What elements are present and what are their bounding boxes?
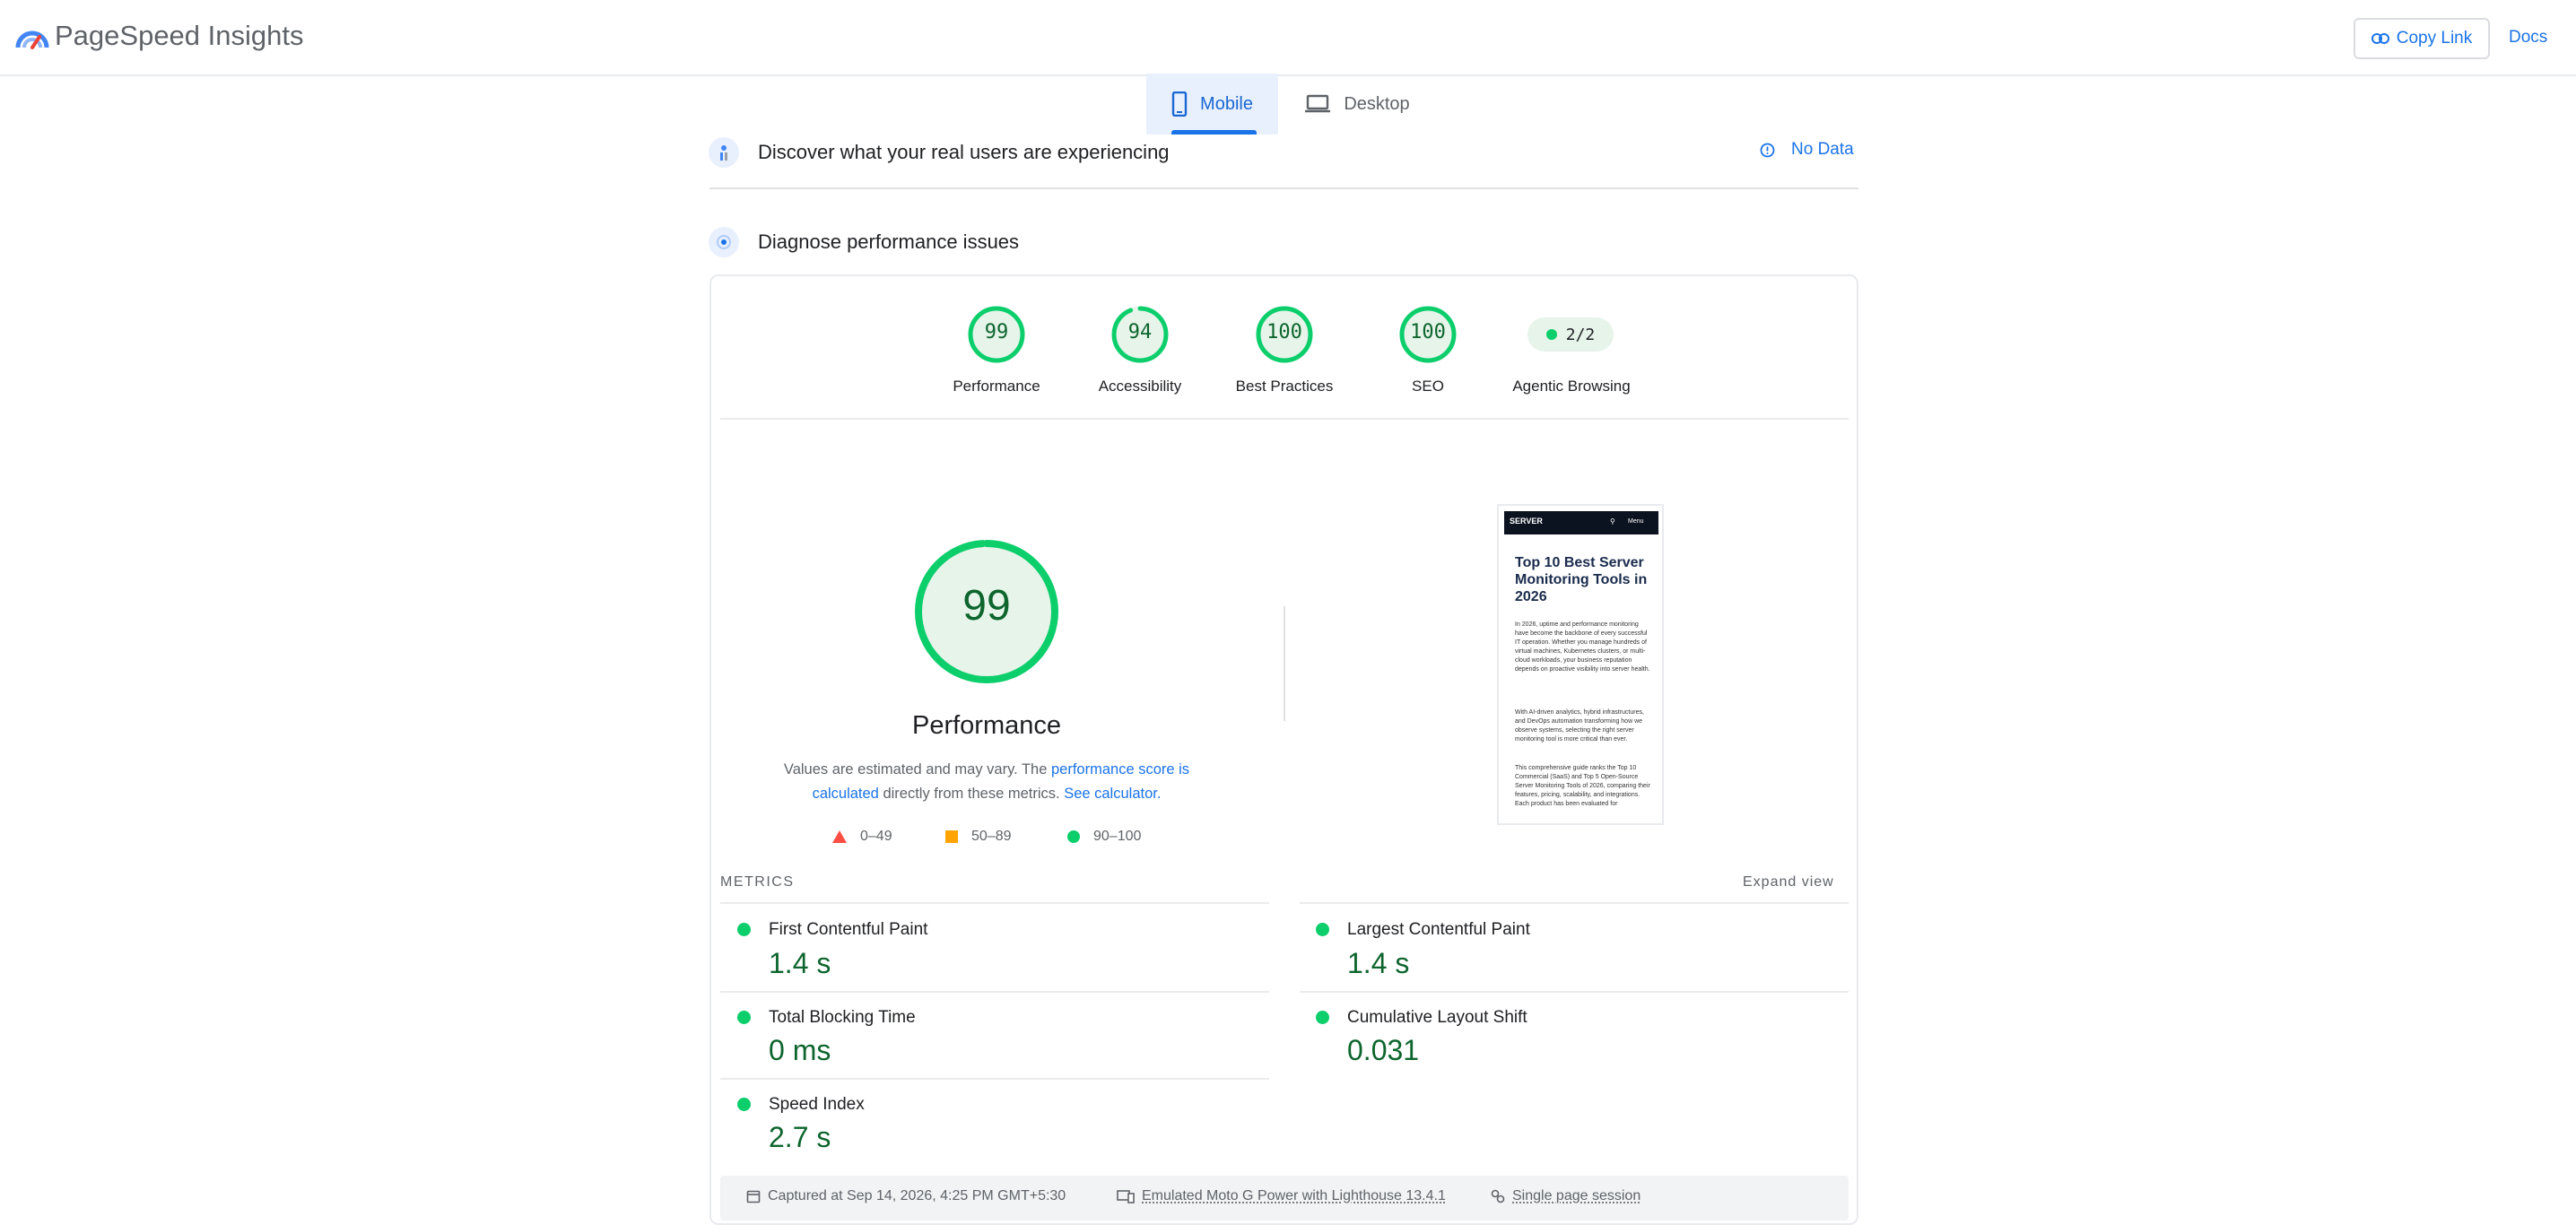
thumb-search-icon: ⚲: [1610, 517, 1615, 526]
legend-average: 50–89: [944, 829, 1012, 845]
metric-divider: [720, 1078, 1269, 1080]
legend-pass-range: 90–100: [1093, 829, 1141, 845]
metric-pass-dot: [737, 1098, 751, 1111]
app-title[interactable]: PageSpeed Insights: [55, 20, 304, 52]
metric-si-value: 2.7 s: [769, 1121, 831, 1154]
score-value[interactable]: 94: [1110, 321, 1170, 343]
thumb-site-header: SERVER ⚲ Menu: [1504, 511, 1658, 534]
triangle-icon: [831, 830, 848, 844]
metric-pass-dot: [737, 923, 751, 936]
desc-prefix: Values are estimated and may vary. The: [784, 761, 1051, 778]
score-label[interactable]: Performance: [916, 378, 1077, 395]
captured-at-text: Captured at Sep 14, 2026, 4:25 PM GMT+5:…: [768, 1188, 1066, 1204]
users-icon: [709, 137, 739, 168]
scores-divider: [720, 418, 1849, 420]
see-calculator-link[interactable]: See calculator.: [1064, 786, 1161, 802]
metric-divider: [1300, 902, 1849, 904]
score-label[interactable]: Accessibility: [1059, 378, 1221, 395]
metric-pass-dot: [1316, 923, 1329, 936]
tab-desktop-label: Desktop: [1344, 94, 1409, 115]
thumb-logo: SERVER: [1510, 517, 1543, 526]
score-value[interactable]: 100: [1255, 321, 1314, 343]
emulated-device[interactable]: Emulated Moto G Power with Lighthouse 13…: [1117, 1188, 1446, 1204]
metric-pass-dot: [737, 1011, 751, 1024]
performance-description: Values are estimated and may vary. The p…: [771, 758, 1202, 806]
tab-mobile-label: Mobile: [1200, 94, 1253, 115]
page-screenshot[interactable]: SERVER ⚲ Menu Top 10 Best Server Monitor…: [1497, 504, 1664, 825]
performance-big-title: Performance: [852, 711, 1121, 741]
metric-divider: [1300, 991, 1849, 993]
session-icon: [1491, 1189, 1505, 1203]
agentic-browsing-badge[interactable]: 2/2: [1527, 317, 1614, 352]
thumb-paragraph-2: With AI-driven analytics, hybrid infrast…: [1515, 708, 1651, 744]
info-icon: [1760, 143, 1775, 158]
metric-lcp-value: 1.4 s: [1347, 947, 1409, 980]
thumb-article-title: Top 10 Best Server Monitoring Tools in 2…: [1515, 554, 1658, 605]
score-label[interactable]: Best Practices: [1204, 378, 1365, 395]
legend-average-range: 50–89: [971, 829, 1012, 845]
metric-fcp-value: 1.4 s: [769, 947, 831, 980]
pass-dot: [1546, 329, 1557, 340]
pagespeed-logo-icon[interactable]: [14, 24, 50, 51]
top-bar: PageSpeed Insights Copy Link Docs: [0, 0, 2576, 76]
docs-link[interactable]: Docs: [2509, 28, 2547, 48]
legend-pass: 90–100: [1066, 829, 1141, 845]
agentic-value: 2/2: [1566, 326, 1596, 344]
score-label[interactable]: SEO: [1347, 378, 1509, 395]
laptop-icon: [1304, 94, 1331, 114]
copy-link-label: Copy Link: [2397, 29, 2473, 48]
diagnose-icon: [709, 227, 739, 257]
metric-pass-dot: [1316, 1011, 1329, 1024]
no-data-label: No Data: [1791, 140, 1854, 160]
thumb-paragraph-3: This comprehensive guide ranks the Top 1…: [1515, 764, 1651, 809]
metric-tbt-value: 0 ms: [769, 1034, 831, 1067]
thumb-menu: Menu: [1628, 518, 1644, 525]
phone-icon: [1171, 91, 1188, 117]
tab-desktop[interactable]: Desktop: [1290, 74, 1424, 135]
desc-middle: directly from these metrics.: [879, 786, 1064, 802]
legend-fail-range: 0–49: [860, 829, 892, 845]
devices-icon: [1117, 1189, 1135, 1203]
thumb-paragraph-1: In 2026, uptime and performance monitori…: [1515, 621, 1651, 674]
performance-big-score: 99: [913, 581, 1060, 630]
calendar-icon: [746, 1189, 761, 1203]
report-card: [709, 274, 1858, 1225]
link-icon: [2371, 33, 2389, 44]
expand-view-button[interactable]: Expand view: [1743, 874, 1834, 891]
score-value[interactable]: 100: [1398, 321, 1458, 343]
circle-icon: [1066, 830, 1081, 844]
metric-lcp-name: Largest Contentful Paint: [1347, 920, 1530, 940]
section-divider: [709, 187, 1858, 189]
metric-divider: [720, 991, 1269, 993]
copy-link-button[interactable]: Copy Link: [2354, 18, 2490, 59]
no-data-status[interactable]: No Data: [1760, 140, 1854, 160]
metric-fcp-name: First Contentful Paint: [769, 920, 927, 940]
metric-cls-value: 0.031: [1347, 1034, 1419, 1067]
emulated-device-text: Emulated Moto G Power with Lighthouse 13…: [1142, 1188, 1446, 1204]
session-type[interactable]: Single page session: [1491, 1188, 1640, 1204]
vertical-separator: [1284, 606, 1285, 721]
metric-divider: [720, 902, 1269, 904]
metric-tbt-name: Total Blocking Time: [769, 1008, 916, 1028]
lab-data-title: Diagnose performance issues: [758, 230, 1019, 254]
agentic-label[interactable]: Agentic Browsing: [1491, 378, 1652, 395]
session-type-text: Single page session: [1512, 1188, 1640, 1204]
captured-at: Captured at Sep 14, 2026, 4:25 PM GMT+5:…: [746, 1188, 1066, 1204]
square-icon: [944, 830, 959, 844]
field-data-title: Discover what your real users are experi…: [758, 141, 1170, 164]
tab-mobile[interactable]: Mobile: [1146, 74, 1278, 135]
score-value[interactable]: 99: [967, 321, 1026, 343]
metric-si-name: Speed Index: [769, 1095, 865, 1115]
metric-cls-name: Cumulative Layout Shift: [1347, 1008, 1527, 1028]
metrics-heading: METRICS: [720, 874, 795, 891]
legend-fail: 0–49: [831, 829, 892, 845]
